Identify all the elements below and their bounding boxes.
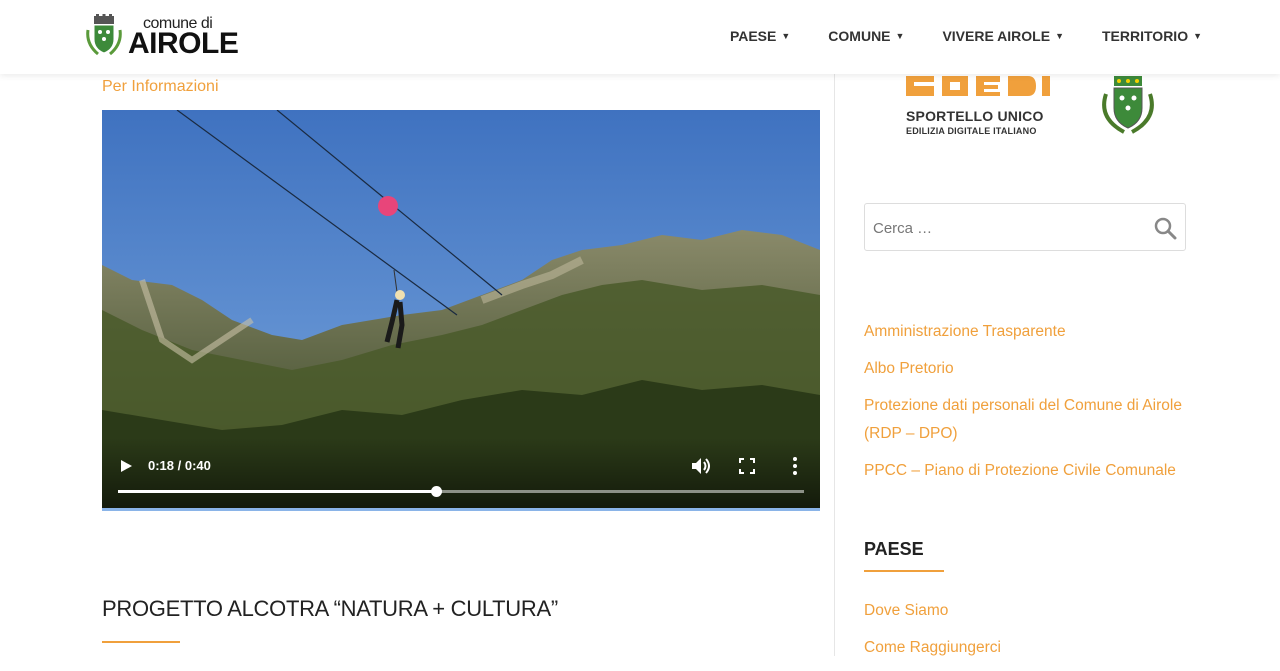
- link-ppcc[interactable]: PPCC – Piano di Protezione Civile Comuna…: [864, 457, 1188, 485]
- nav-vivere-airole[interactable]: VIVERE AIROLE ▼: [942, 27, 1064, 45]
- sue-title: SPORTELLO UNICO: [906, 108, 1044, 124]
- link-albo-pretorio[interactable]: Albo Pretorio: [864, 355, 1188, 383]
- nav-label: TERRITORIO: [1102, 28, 1189, 44]
- nav-comune[interactable]: COMUNE ▼: [828, 27, 904, 45]
- widget-underline: [864, 570, 944, 572]
- link-dove-siamo[interactable]: Dove Siamo: [864, 597, 1188, 625]
- caret-down-icon: ▼: [1055, 31, 1064, 41]
- nav-label: COMUNE: [828, 28, 891, 44]
- post-title[interactable]: PROGETTO ALCOTRA “NATURA + CULTURA”: [102, 596, 558, 622]
- caret-down-icon: ▼: [895, 31, 905, 41]
- nav-label: PAESE: [729, 28, 777, 44]
- nav-label: VIVERE AIROLE: [942, 28, 1051, 44]
- site-logo[interactable]: comune di AIROLE: [86, 14, 246, 60]
- main-content: Per Informazioni 0:18 / 0:40 PROGETTO AL…: [102, 74, 820, 656]
- caret-down-icon: ▼: [1193, 31, 1202, 41]
- sue-banner[interactable]: SPORTELLO UNICO EDILIZIA DIGITALE ITALIA…: [884, 74, 1154, 144]
- coat-of-arms-icon: [1102, 76, 1154, 134]
- paese-links: Dove Siamo Come Raggiungerci: [864, 597, 1188, 671]
- title-underline: [102, 641, 180, 643]
- nav-territorio[interactable]: TERRITORIO ▼: [1102, 27, 1202, 45]
- link-amministrazione-trasparente[interactable]: Amministrazione Trasparente: [864, 318, 1188, 346]
- link-come-raggiungerci[interactable]: Come Raggiungerci: [864, 634, 1188, 662]
- video-controls: 0:18 / 0:40: [102, 438, 820, 508]
- coat-of-arms-icon: [86, 14, 122, 56]
- main-nav: PAESE ▼ COMUNE ▼ VIVERE AIROLE ▼ TERRITO…: [730, 27, 1202, 45]
- caret-down-icon: ▼: [781, 31, 791, 41]
- video-time: 0:18 / 0:40: [148, 458, 211, 473]
- site-header: comune di AIROLE PAESE ▼ COMUNE ▼ VIVERE…: [0, 0, 1280, 74]
- search-input[interactable]: [871, 216, 1145, 240]
- video-progress-thumb[interactable]: [430, 486, 442, 497]
- column-divider: [834, 74, 835, 656]
- video-progress-fill: [118, 490, 436, 493]
- sidebar: SPORTELLO UNICO EDILIZIA DIGITALE ITALIA…: [864, 74, 1188, 656]
- fullscreen-icon[interactable]: [739, 458, 755, 474]
- video-progress-bar[interactable]: [118, 486, 804, 497]
- sue-subtitle: EDILIZIA DIGITALE ITALIANO: [906, 126, 1037, 136]
- search-form: [864, 203, 1186, 251]
- play-icon[interactable]: [118, 458, 134, 474]
- sidebar-links: Amministrazione Trasparente Albo Pretori…: [864, 318, 1188, 494]
- widget-title-paese: PAESE: [864, 539, 924, 559]
- volume-icon[interactable]: [690, 456, 712, 476]
- video-player[interactable]: 0:18 / 0:40: [102, 110, 820, 511]
- search-icon[interactable]: [1153, 216, 1177, 240]
- nav-paese[interactable]: PAESE ▼: [730, 27, 790, 45]
- more-options-icon[interactable]: [791, 456, 799, 476]
- logo-title: AIROLE: [128, 27, 239, 60]
- link-protezione-dati[interactable]: Protezione dati personali del Comune di …: [864, 392, 1188, 448]
- info-link[interactable]: Per Informazioni: [102, 78, 219, 96]
